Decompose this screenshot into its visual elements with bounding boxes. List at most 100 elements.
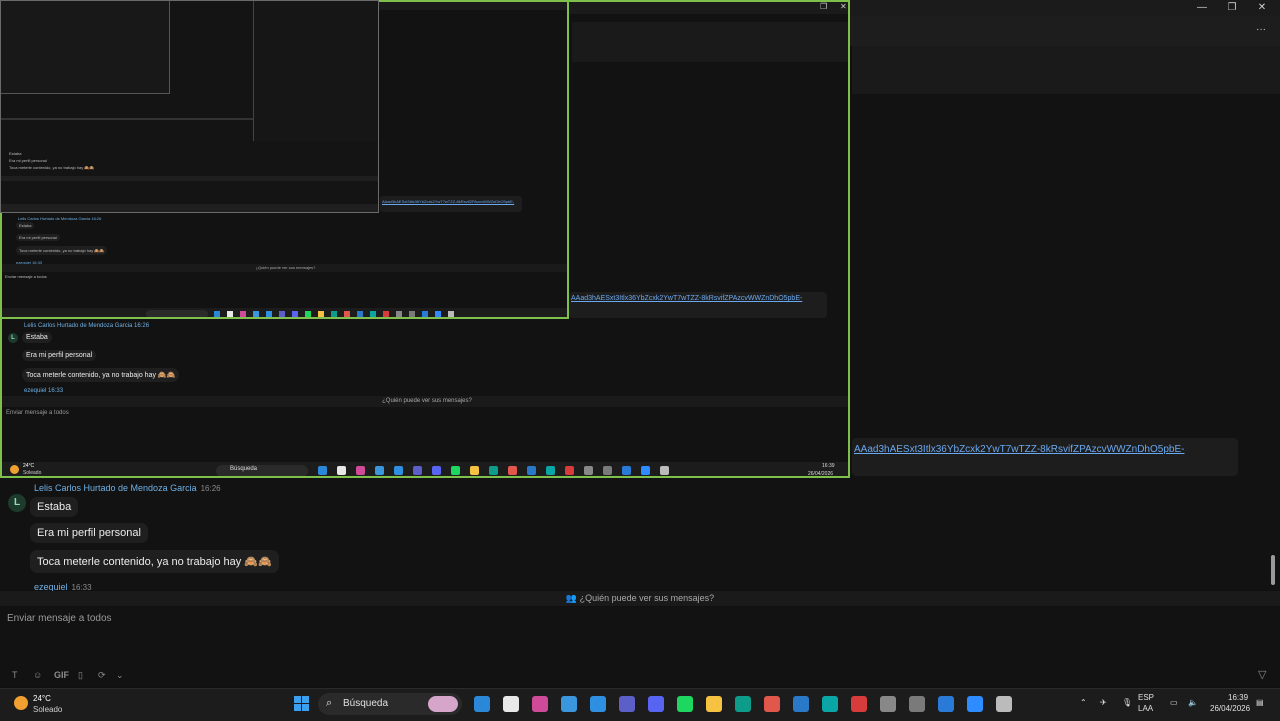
- gif-icon[interactable]: GIF: [54, 670, 69, 680]
- message-bubble: Toca meterle contenido, ya no trabajo ha…: [30, 550, 279, 573]
- nested-reply: ezequiel 16:33: [24, 388, 64, 394]
- taskbar-search[interactable]: ⌕ Búsqueda: [318, 693, 462, 715]
- nested-taskbar-app-icon: [622, 466, 631, 475]
- nested2-message: Era mi perfil personal: [16, 234, 60, 241]
- taskbar-app-icon[interactable]: [706, 696, 722, 712]
- language-top[interactable]: ESP: [1138, 693, 1154, 702]
- taskbar-app-icon[interactable]: [503, 696, 519, 712]
- loop-icon[interactable]: ⟳: [98, 670, 106, 681]
- composer-placeholder[interactable]: Enviar mensaje a todos: [7, 613, 112, 624]
- nested2-taskbar-app-icon: [240, 311, 246, 317]
- nested-taskbar-app-icon: [356, 466, 365, 475]
- nested-shared-link[interactable]: AAad3hAESxt3Itlx36YbZcxk2YwT7wTZZ-8kRsvi…: [571, 295, 802, 302]
- notification-icon[interactable]: ▤: [1256, 698, 1264, 707]
- clock-date[interactable]: 26/04/2026: [1210, 704, 1250, 713]
- sender-name[interactable]: Lelis Carlos Hurtado de Mendoza Garcia: [34, 483, 197, 493]
- restore-button[interactable]: ❐: [1226, 2, 1238, 14]
- nested-taskbar-app-icon: [584, 466, 593, 475]
- taskbar-app-icon[interactable]: [677, 696, 693, 712]
- nested-close-button[interactable]: ✕: [840, 2, 847, 11]
- nested-taskbar-app-icon: [375, 466, 384, 475]
- search-label: Búsqueda: [343, 698, 389, 709]
- nested-message-bubble: Era mi perfil personal: [22, 350, 97, 361]
- privacy-notice-bar[interactable]: 👥 ¿Quién puede ver sus mensajes?: [0, 591, 1280, 606]
- taskbar-app-icon[interactable]: [764, 696, 780, 712]
- weather-temp[interactable]: 24°C: [33, 694, 51, 703]
- mic-icon[interactable]: 🎙: [1122, 698, 1132, 707]
- taskbar-app-icon[interactable]: [909, 696, 925, 712]
- privacy-notice-label: ¿Quién puede ver sus mensajes?: [579, 593, 715, 603]
- nested3-privacy-bar: [1, 176, 378, 181]
- shared-link[interactable]: AAad3hAESxt3Itlx36YbZcxk2YwT7wTZZ-8kRsvi…: [854, 444, 1184, 455]
- nested-composer: Enviar mensaje a todos: [6, 410, 69, 416]
- nested2-composer: Enviar mensaje a todos: [5, 274, 47, 279]
- more-options-button[interactable]: ···: [1256, 24, 1266, 35]
- nested2-taskbar-app-icon: [357, 311, 363, 317]
- nested-taskbar-app-icon: [413, 466, 422, 475]
- nested2-taskbar-app-icon: [253, 311, 259, 317]
- taskbar-app-icon[interactable]: [996, 696, 1012, 712]
- search-icon: ⌕: [326, 697, 333, 709]
- chevron-down-icon[interactable]: ⌄: [116, 670, 124, 681]
- format-icon[interactable]: T: [12, 670, 18, 680]
- send-icon[interactable]: ▽: [1258, 668, 1266, 681]
- taskbar-app-icon[interactable]: [735, 696, 751, 712]
- nested-restore-button[interactable]: ❐: [820, 2, 827, 11]
- chat-scrollbar[interactable]: [1271, 555, 1275, 585]
- nested-taskbar-app-icon: [318, 466, 327, 475]
- message-composer[interactable]: [0, 607, 1280, 687]
- taskbar-app-icon[interactable]: [793, 696, 809, 712]
- close-button[interactable]: ✕: [1256, 2, 1268, 14]
- emoji-icon[interactable]: ☺: [33, 670, 42, 680]
- network-icon[interactable]: ▭: [1170, 698, 1178, 707]
- taskbar-app-icon[interactable]: [967, 696, 983, 712]
- nested2-search: [146, 310, 208, 317]
- taskbar-app-icon[interactable]: [648, 696, 664, 712]
- nested-link-bubble: AAad3hAESxt3Itlx36YbZcxk2YwT7wTZZ-8kRsvi…: [569, 292, 827, 318]
- nested2-taskbar-app-icon: [383, 311, 389, 317]
- chevron-up-icon[interactable]: ⌃: [1080, 698, 1087, 707]
- nested-scrollbar: [848, 372, 850, 392]
- taskbar-app-icon[interactable]: [619, 696, 635, 712]
- nested2-message: Toca meterle contenido, ya no trabajo ha…: [16, 246, 108, 255]
- wifi-off-icon[interactable]: ✈: [1100, 698, 1107, 707]
- taskbar-app-icon[interactable]: [590, 696, 606, 712]
- taskbar-app-icon[interactable]: [938, 696, 954, 712]
- minimize-button[interactable]: —: [1196, 2, 1208, 14]
- taskbar-app-icon[interactable]: [822, 696, 838, 712]
- clock-time[interactable]: 16:39: [1228, 693, 1248, 702]
- nested3-divider: [1, 118, 253, 120]
- message-bubble: Era mi perfil personal: [30, 523, 148, 543]
- nested2-taskbar-app-icon: [331, 311, 337, 317]
- taskbar-app-icon[interactable]: [532, 696, 548, 712]
- nested-taskbar-app-icon: [641, 466, 650, 475]
- taskbar-app-icon[interactable]: [474, 696, 490, 712]
- search-highlight-icon: [428, 696, 458, 712]
- windows-start-icon[interactable]: [294, 696, 309, 711]
- nested-taskbar-app-icon: [337, 466, 346, 475]
- nested-desc: Soleado: [23, 470, 42, 476]
- nested2-taskbar-app-icon: [448, 311, 454, 317]
- nested2-taskbar-app-icon: [279, 311, 285, 317]
- nested2-taskbar-app-icon: [292, 311, 298, 317]
- people-icon: 👥: [565, 593, 578, 603]
- weather-desc[interactable]: Soleado: [33, 705, 62, 714]
- message-sender: Lelis Carlos Hurtado de Mendoza Garcia 16…: [34, 483, 221, 493]
- message-bubble: Estaba: [30, 497, 79, 517]
- nested-sender: Lelis Carlos Hurtado de Mendoza Garcia 1…: [24, 323, 150, 329]
- nested-taskbar-app-icon: [527, 466, 536, 475]
- nested2-taskbar-app-icon: [305, 311, 311, 317]
- nested-taskbar-app-icon: [660, 466, 669, 475]
- nested2-taskbar-app-icon: [370, 311, 376, 317]
- taskbar-app-icon[interactable]: [851, 696, 867, 712]
- taskbar-app-icon[interactable]: [880, 696, 896, 712]
- taskbar-app-icon[interactable]: [561, 696, 577, 712]
- avatar[interactable]: L: [8, 494, 26, 512]
- volume-icon[interactable]: 🔈: [1188, 698, 1198, 707]
- nested2-privacy-bar: ¿Quién puede ver sus mensajes?: [2, 264, 567, 272]
- nested-taskbar-app-icon: [489, 466, 498, 475]
- attach-icon[interactable]: ▯: [78, 670, 83, 681]
- language-bottom[interactable]: LAA: [1138, 704, 1153, 713]
- nested-taskbar-app-icon: [432, 466, 441, 475]
- weather-sun-icon[interactable]: [14, 696, 28, 710]
